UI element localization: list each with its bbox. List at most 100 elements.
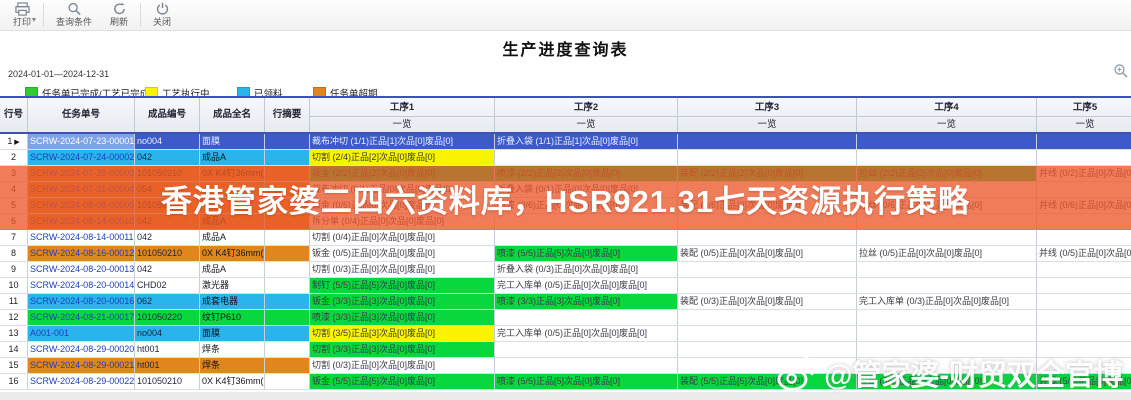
magnifier-plus-icon[interactable] bbox=[1113, 63, 1129, 84]
print-label: 打印 bbox=[13, 17, 31, 27]
summary-cell bbox=[265, 150, 310, 166]
name-cell: 0X K4钉36mm(2000 bbox=[200, 374, 265, 390]
row-number-cell: 14 bbox=[0, 342, 28, 358]
process-cell bbox=[1037, 294, 1131, 310]
process-cell: 喷漆 (3/3)正品[3]次品[0]废品[0] bbox=[495, 294, 678, 310]
task-cell: SCRW-2024-07-23-00001 bbox=[28, 134, 135, 150]
toolbar-separator bbox=[140, 3, 141, 27]
table-row[interactable]: 8SCRW-2024-08-16-000121010502100X K4钉36m… bbox=[0, 246, 1131, 262]
refresh-label: 刷新 bbox=[110, 17, 128, 27]
row-number-cell: 9 bbox=[0, 262, 28, 278]
name-cell: 成品A bbox=[200, 262, 265, 278]
table-row[interactable]: 11SCRW-2024-08-20-00016062成套电器钣金 (3/3)正品… bbox=[0, 294, 1131, 310]
process-cell: 拉丝 (0/5)正品[0]次品[0]废品[0] bbox=[857, 246, 1037, 262]
name-cell: 成套电器 bbox=[200, 294, 265, 310]
task-cell: SCRW-2024-08-14-00011 bbox=[28, 230, 135, 246]
summary-cell bbox=[265, 278, 310, 294]
production-progress-window: 打印 ▼ 查询条件 刷新 关闭 生产进度查询表 bbox=[0, 0, 1131, 400]
process-cell bbox=[678, 278, 857, 294]
close-button[interactable]: 关闭 bbox=[144, 0, 180, 27]
watermark-text: @管家婆-财贸双全官博 bbox=[824, 352, 1123, 394]
name-cell: 成品A bbox=[200, 230, 265, 246]
process-cell: 折叠入袋 (0/3)正品[0]次品[0]废品[0] bbox=[495, 262, 678, 278]
table-row[interactable]: 7SCRW-2024-08-14-00011042成品A切割 (0/4)正品[0… bbox=[0, 230, 1131, 246]
table-header: 行号任务单号成品编号成品全名行摘要工序1一览工序2一览工序3一览工序4一览工序5… bbox=[0, 98, 1131, 134]
code-cell: 042 bbox=[135, 150, 200, 166]
process-cell bbox=[678, 326, 857, 342]
summary-cell bbox=[265, 358, 310, 374]
task-cell: SCRW-2024-08-20-00014 bbox=[28, 278, 135, 294]
code-cell: no004 bbox=[135, 326, 200, 342]
table-row[interactable]: 1 ▶SCRW-2024-07-23-00001no004面膜裁布冲切 (1/1… bbox=[0, 134, 1131, 150]
overlay-banner: 香港管家婆二四六资料库，HSR921.31七天资源执行策略 bbox=[0, 166, 1131, 230]
process-cell bbox=[495, 342, 678, 358]
process-subheader-label: 一览 bbox=[857, 117, 1037, 132]
process-header-label: 工序2 bbox=[495, 98, 678, 117]
name-cell: 激光器 bbox=[200, 278, 265, 294]
row-number-cell: 7 bbox=[0, 230, 28, 246]
table-row[interactable]: 2SCRW-2024-07-24-00002042成品A 切割 (2/4)正品[2… bbox=[0, 150, 1131, 166]
task-cell: SCRW-2024-08-16-00012 bbox=[28, 246, 135, 262]
row-number-cell: 11 bbox=[0, 294, 28, 310]
table-row[interactable]: 12SCRW-2024-08-21-00017101050220纹钉P610 喷漆… bbox=[0, 310, 1131, 326]
task-cell: SCRW-2024-08-29-00020 bbox=[28, 342, 135, 358]
process-cell bbox=[857, 262, 1037, 278]
process-cell: 喷漆 (3/3)正品[3]次品[0]废品[0] bbox=[310, 310, 495, 326]
process-cell: 切割 (2/4)正品[2]次品[0]废品[0] bbox=[310, 150, 495, 166]
overlay-banner-text: 香港管家婆二四六资料库，HSR921.31七天资源执行策略 bbox=[161, 176, 970, 221]
code-cell: 101050210 bbox=[135, 246, 200, 262]
process-cell bbox=[857, 326, 1037, 342]
search-icon bbox=[67, 2, 82, 16]
process-cell: 喷漆 (5/5)正品[5]次品[0]废品[0] bbox=[495, 374, 678, 390]
process-cell: 裁布冲切 (1/1)正品[1]次品[0]废品[0] bbox=[310, 134, 495, 150]
process-subheader-label: 一览 bbox=[678, 117, 857, 132]
refresh-icon bbox=[112, 2, 127, 16]
process-subheader-label: 一览 bbox=[495, 117, 678, 132]
process-cell: 并线 (0/5)正品[0]次品[0]废品[0] bbox=[1037, 246, 1131, 262]
toolbar-separator bbox=[43, 3, 44, 27]
power-icon bbox=[155, 2, 170, 16]
name-cell: 焊条 bbox=[200, 342, 265, 358]
row-number-cell: 8 bbox=[0, 246, 28, 262]
process-cell bbox=[1037, 134, 1131, 150]
summary-cell bbox=[265, 262, 310, 278]
task-cell: SCRW-2024-08-29-00022 bbox=[28, 374, 135, 390]
table-row[interactable]: 9SCRW-2024-08-20-00013042成品A切割 (0/3)正品[0… bbox=[0, 262, 1131, 278]
name-cell: 成品A bbox=[200, 150, 265, 166]
summary-cell bbox=[265, 134, 310, 150]
process-cell bbox=[495, 358, 678, 374]
process-cell bbox=[1037, 150, 1131, 166]
code-cell: 062 bbox=[135, 294, 200, 310]
process-cell: 切割 (3/5)正品[3]次品[0]废品[0] bbox=[310, 326, 495, 342]
table-row[interactable]: 10SCRW-2024-08-20-00014CHD02激光器制钉 (5/5)正… bbox=[0, 278, 1131, 294]
task-cell: SCRW-2024-08-20-00016 bbox=[28, 294, 135, 310]
row-number-cell: 16 bbox=[0, 374, 28, 390]
row-number-cell: 12 bbox=[0, 310, 28, 326]
query-conditions-label: 查询条件 bbox=[56, 17, 92, 27]
process-cell: 完工入库单 (0/5)正品[0]次品[0]废品[0] bbox=[495, 278, 678, 294]
refresh-button[interactable]: 刷新 bbox=[101, 0, 137, 27]
column-header-left-3: 成品全名 bbox=[200, 98, 265, 132]
code-cell: 101050220 bbox=[135, 310, 200, 326]
row-number-cell: 2 bbox=[0, 150, 28, 166]
task-cell: SCRW-2024-07-24-00002 bbox=[28, 150, 135, 166]
column-header-left-4: 行摘要 bbox=[265, 98, 310, 132]
process-cell bbox=[1037, 262, 1131, 278]
process-cell bbox=[857, 310, 1037, 326]
table-row[interactable]: 13A001-001no004面膜切割 (3/5)正品[3]次品[0]废品[0]… bbox=[0, 326, 1131, 342]
name-cell: 纹钉P610 bbox=[200, 310, 265, 326]
current-row-arrow-icon: ▶ bbox=[12, 139, 19, 146]
row-number-cell: 1 ▶ bbox=[0, 134, 28, 150]
print-button[interactable]: 打印 ▼ bbox=[4, 0, 40, 27]
name-cell: 面膜 bbox=[200, 326, 265, 342]
column-header-process-2: 工序2一览 bbox=[495, 98, 678, 132]
name-cell: 0X K4钉36mm(2000 bbox=[200, 246, 265, 262]
query-conditions-button[interactable]: 查询条件 bbox=[47, 0, 101, 27]
process-cell: 制钉 (5/5)正品[5]次品[0]废品[0] bbox=[310, 278, 495, 294]
process-header-label: 工序3 bbox=[678, 98, 857, 117]
process-cell bbox=[1037, 230, 1131, 246]
task-cell: SCRW-2024-08-21-00017 bbox=[28, 310, 135, 326]
process-cell bbox=[678, 262, 857, 278]
process-header-label: 工序1 bbox=[310, 98, 495, 117]
process-cell bbox=[857, 150, 1037, 166]
